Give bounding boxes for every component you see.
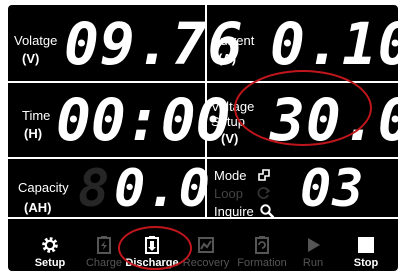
- voltage-setup-label-line2: Setup: [211, 114, 245, 129]
- voltage-setup-label-line1: Voltage: [211, 99, 255, 114]
- divider: [8, 81, 398, 83]
- capacity-ghost-digit: 8: [78, 159, 111, 219]
- formation-label: Formation: [237, 257, 287, 269]
- time-value: 00:00: [56, 86, 231, 154]
- loop-icon: [257, 187, 271, 199]
- stop-label: Stop: [353, 257, 379, 269]
- voltage-unit: (V): [22, 51, 40, 66]
- inquire-label: Inquire: [214, 204, 254, 219]
- recovery-icon: [198, 237, 214, 253]
- discharge-button[interactable]: Discharge: [124, 223, 180, 269]
- voltage-setup-value[interactable]: 30.0: [270, 87, 398, 153]
- voltage-label: Volatge: [14, 33, 58, 48]
- formation-button[interactable]: Formation: [234, 223, 290, 269]
- capacity-value: 0.0: [114, 159, 211, 219]
- loop-label: Loop: [214, 186, 243, 201]
- voltage-setup-unit: (V): [221, 131, 239, 146]
- charge-button[interactable]: Charge: [82, 223, 126, 269]
- recovery-label: Recovery: [182, 257, 230, 269]
- play-icon: [308, 238, 320, 252]
- mode-label: Mode: [214, 168, 247, 183]
- capacity-label: Capacity: [18, 180, 69, 195]
- current-label: Current: [211, 33, 255, 48]
- discharge-label: Discharge: [125, 257, 179, 269]
- mode-icon[interactable]: [256, 167, 272, 183]
- run-button[interactable]: Run: [298, 223, 328, 269]
- recovery-button[interactable]: Recovery: [180, 223, 232, 269]
- discharge-icon: [145, 236, 159, 254]
- current-value: 0.10: [270, 10, 398, 78]
- search-icon[interactable]: [259, 203, 275, 219]
- mode-value: 03: [300, 159, 365, 219]
- formation-icon: [255, 236, 269, 254]
- setup-button[interactable]: Setup: [28, 223, 72, 269]
- capacity-unit: (AH): [24, 200, 52, 215]
- stop-icon: [358, 237, 374, 253]
- stop-button[interactable]: Stop: [346, 223, 386, 269]
- run-label: Run: [302, 257, 324, 269]
- charge-label: Charge: [85, 257, 123, 269]
- time-label: Time: [22, 108, 51, 123]
- charge-icon: [97, 236, 111, 254]
- time-unit: (H): [24, 126, 43, 141]
- device-display: Volatge (V) 09.76 Current (A) 0.10 Time …: [8, 5, 398, 271]
- setup-label: Setup: [34, 257, 66, 269]
- current-unit: (A): [218, 51, 237, 66]
- gear-icon: [42, 237, 58, 253]
